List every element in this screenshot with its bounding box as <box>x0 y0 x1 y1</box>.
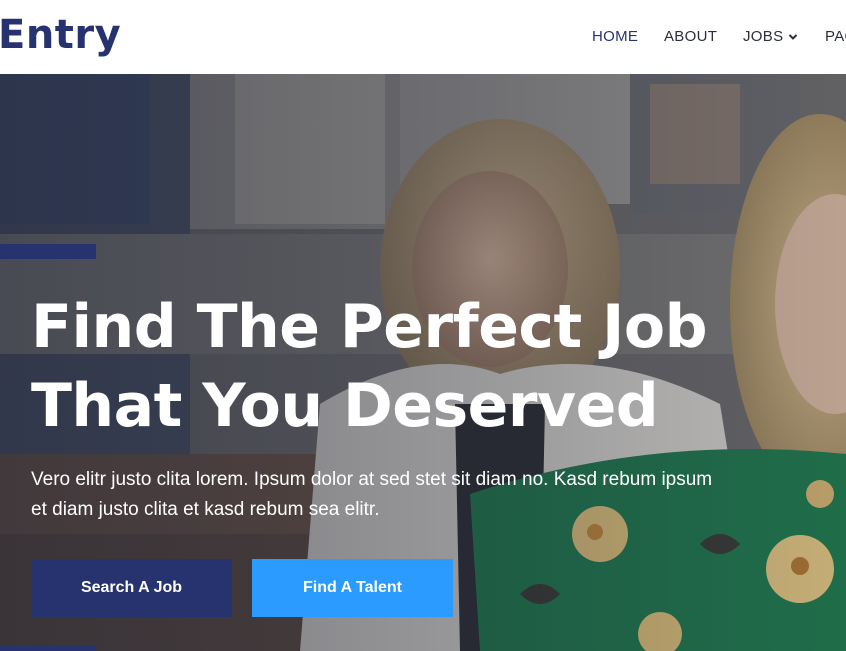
nav-jobs-dropdown[interactable]: JOBS <box>743 28 798 45</box>
find-talent-button[interactable]: Find A Talent <box>252 559 453 617</box>
hero-section: Find The Perfect Job That You Deserved V… <box>0 74 846 651</box>
hero-headline-line1: Find The Perfect Job <box>31 292 708 362</box>
chevron-down-icon <box>789 33 798 40</box>
nav-pages-link[interactable]: PAG <box>825 28 846 45</box>
nav-home-link[interactable]: HOME <box>592 28 638 45</box>
hero-headline-line2: That You Deserved <box>31 371 659 441</box>
hero-subtext: Vero elitr justo clita lorem. Ipsum dolo… <box>31 469 713 520</box>
search-job-button[interactable]: Search A Job <box>31 559 232 617</box>
accent-bar-bottom <box>0 646 96 651</box>
nav-jobs-label: JOBS <box>743 28 784 45</box>
navbar: Entry HOME ABOUT JOBS PAG <box>0 0 846 74</box>
hero-headline: Find The Perfect Job That You Deserved <box>31 288 791 446</box>
nav-about-link[interactable]: ABOUT <box>664 28 717 45</box>
brand-logo[interactable]: Entry <box>0 12 121 58</box>
accent-bar <box>0 244 96 259</box>
